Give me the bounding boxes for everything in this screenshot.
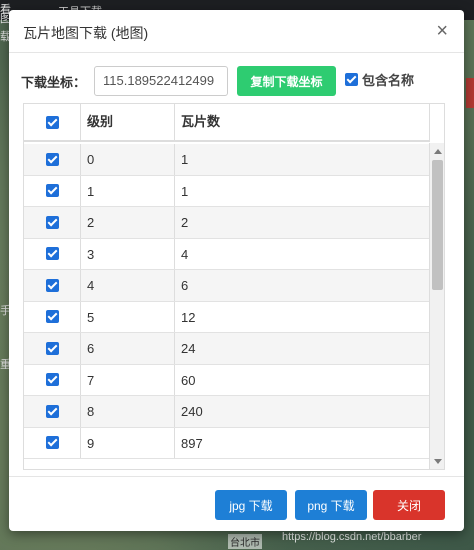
table-scrollbar[interactable]: [429, 143, 444, 469]
row-level: 5: [81, 301, 175, 332]
table-row[interactable]: 5 12: [24, 301, 429, 333]
row-checkbox-cell: [24, 396, 81, 427]
select-all-cell: [24, 104, 81, 140]
select-all-checkbox[interactable]: [45, 115, 59, 129]
close-icon[interactable]: ×: [436, 19, 448, 43]
scroll-down-icon[interactable]: [434, 459, 442, 464]
row-level: 0: [81, 144, 175, 175]
row-tiles: 897: [181, 435, 203, 451]
coord-label: 下载坐标：: [21, 75, 87, 90]
row-tiles: 4: [181, 246, 189, 262]
row-tiles: 1: [181, 183, 189, 199]
row-checkbox-cell: [24, 301, 81, 332]
tiles-table: 级别 瓦片数 0 1 1 1 2 2 3 4 4 6 5 12 6 24 7 6…: [23, 103, 445, 470]
table-row[interactable]: 2 2: [24, 207, 429, 239]
tile-download-dialog: 瓦片地图下载 (地图) × 下载坐标： 115.189522412499 复制下…: [9, 10, 464, 531]
row-checkbox[interactable]: [45, 215, 59, 229]
dialog-header: 瓦片地图下载 (地图) ×: [9, 10, 464, 53]
table-header: 级别 瓦片数: [24, 104, 429, 142]
row-level: 9: [81, 427, 175, 458]
row-level: 3: [81, 238, 175, 269]
row-checkbox[interactable]: [45, 341, 59, 355]
row-level: 7: [81, 364, 175, 395]
row-level: 6: [81, 333, 175, 364]
row-checkbox[interactable]: [45, 278, 59, 292]
copy-coords-button[interactable]: 复制下载坐标: [237, 66, 336, 96]
row-level: 1: [81, 175, 175, 206]
row-checkbox[interactable]: [45, 152, 59, 166]
row-tiles: 1: [181, 152, 189, 167]
header-scroll-gap: [429, 104, 444, 142]
row-checkbox[interactable]: [45, 184, 59, 198]
scrollbar-thumb[interactable]: [432, 160, 443, 290]
coord-input[interactable]: 115.189522412499: [94, 66, 228, 96]
row-checkbox[interactable]: [45, 436, 59, 450]
row-level: 8: [81, 396, 175, 427]
table-row[interactable]: 6 24: [24, 333, 429, 365]
table-row[interactable]: 3 4: [24, 238, 429, 270]
row-checkbox[interactable]: [45, 404, 59, 418]
row-checkbox[interactable]: [45, 247, 59, 261]
row-tiles: 12: [181, 309, 196, 325]
coord-value: 115.189522412499: [103, 73, 215, 88]
table-row[interactable]: 1 1: [24, 175, 429, 207]
row-checkbox-cell: [24, 333, 81, 364]
row-checkbox-cell: [24, 427, 81, 458]
table-row[interactable]: 4 6: [24, 270, 429, 302]
map-city-label: 台北市: [228, 534, 262, 549]
include-name-toggle[interactable]: 包含名称: [345, 70, 414, 89]
row-checkbox[interactable]: [45, 310, 59, 324]
row-tiles: 60: [181, 372, 196, 388]
row-level: 2: [81, 207, 175, 238]
jpg-download-button[interactable]: jpg 下载: [215, 490, 287, 520]
table-row[interactable]: 9 897: [24, 427, 429, 459]
row-checkbox-cell: [24, 238, 81, 269]
table-row[interactable]: 7 60: [24, 364, 429, 396]
row-checkbox-cell: [24, 144, 81, 175]
table-row[interactable]: 0 1: [24, 144, 429, 176]
row-level: 4: [81, 270, 175, 301]
include-name-label: 包含名称: [362, 73, 415, 88]
row-checkbox-cell: [24, 364, 81, 395]
png-download-button[interactable]: png 下载: [295, 490, 367, 520]
row-checkbox[interactable]: [45, 373, 59, 387]
row-tiles: 2: [181, 215, 189, 230]
dialog-title: 瓦片地图下载 (地图): [23, 25, 149, 41]
table-row[interactable]: 8 240: [24, 396, 429, 428]
row-checkbox-cell: [24, 207, 81, 238]
include-name-checkbox[interactable]: [345, 73, 358, 86]
row-tiles: 24: [181, 341, 196, 356]
scroll-up-icon[interactable]: [434, 149, 442, 154]
close-button[interactable]: 关闭: [373, 490, 445, 520]
row-checkbox-cell: [24, 270, 81, 301]
table-body: 0 1 1 1 2 2 3 4 4 6 5 12 6 24 7 60 8 240…: [24, 144, 429, 459]
row-tiles: 6: [181, 278, 189, 293]
row-tiles: 240: [181, 404, 203, 419]
dialog-footer: jpg 下载 png 下载 关闭: [9, 476, 464, 531]
row-checkbox-cell: [24, 175, 81, 206]
header-level[interactable]: 级别: [81, 104, 175, 140]
coord-row: 下载坐标： 115.189522412499 复制下载坐标 包含名称: [9, 64, 464, 98]
watermark: https://blog.csdn.net/bbarber: [282, 531, 422, 543]
header-tiles[interactable]: 瓦片数: [175, 104, 429, 140]
map-side-button[interactable]: [466, 78, 474, 108]
